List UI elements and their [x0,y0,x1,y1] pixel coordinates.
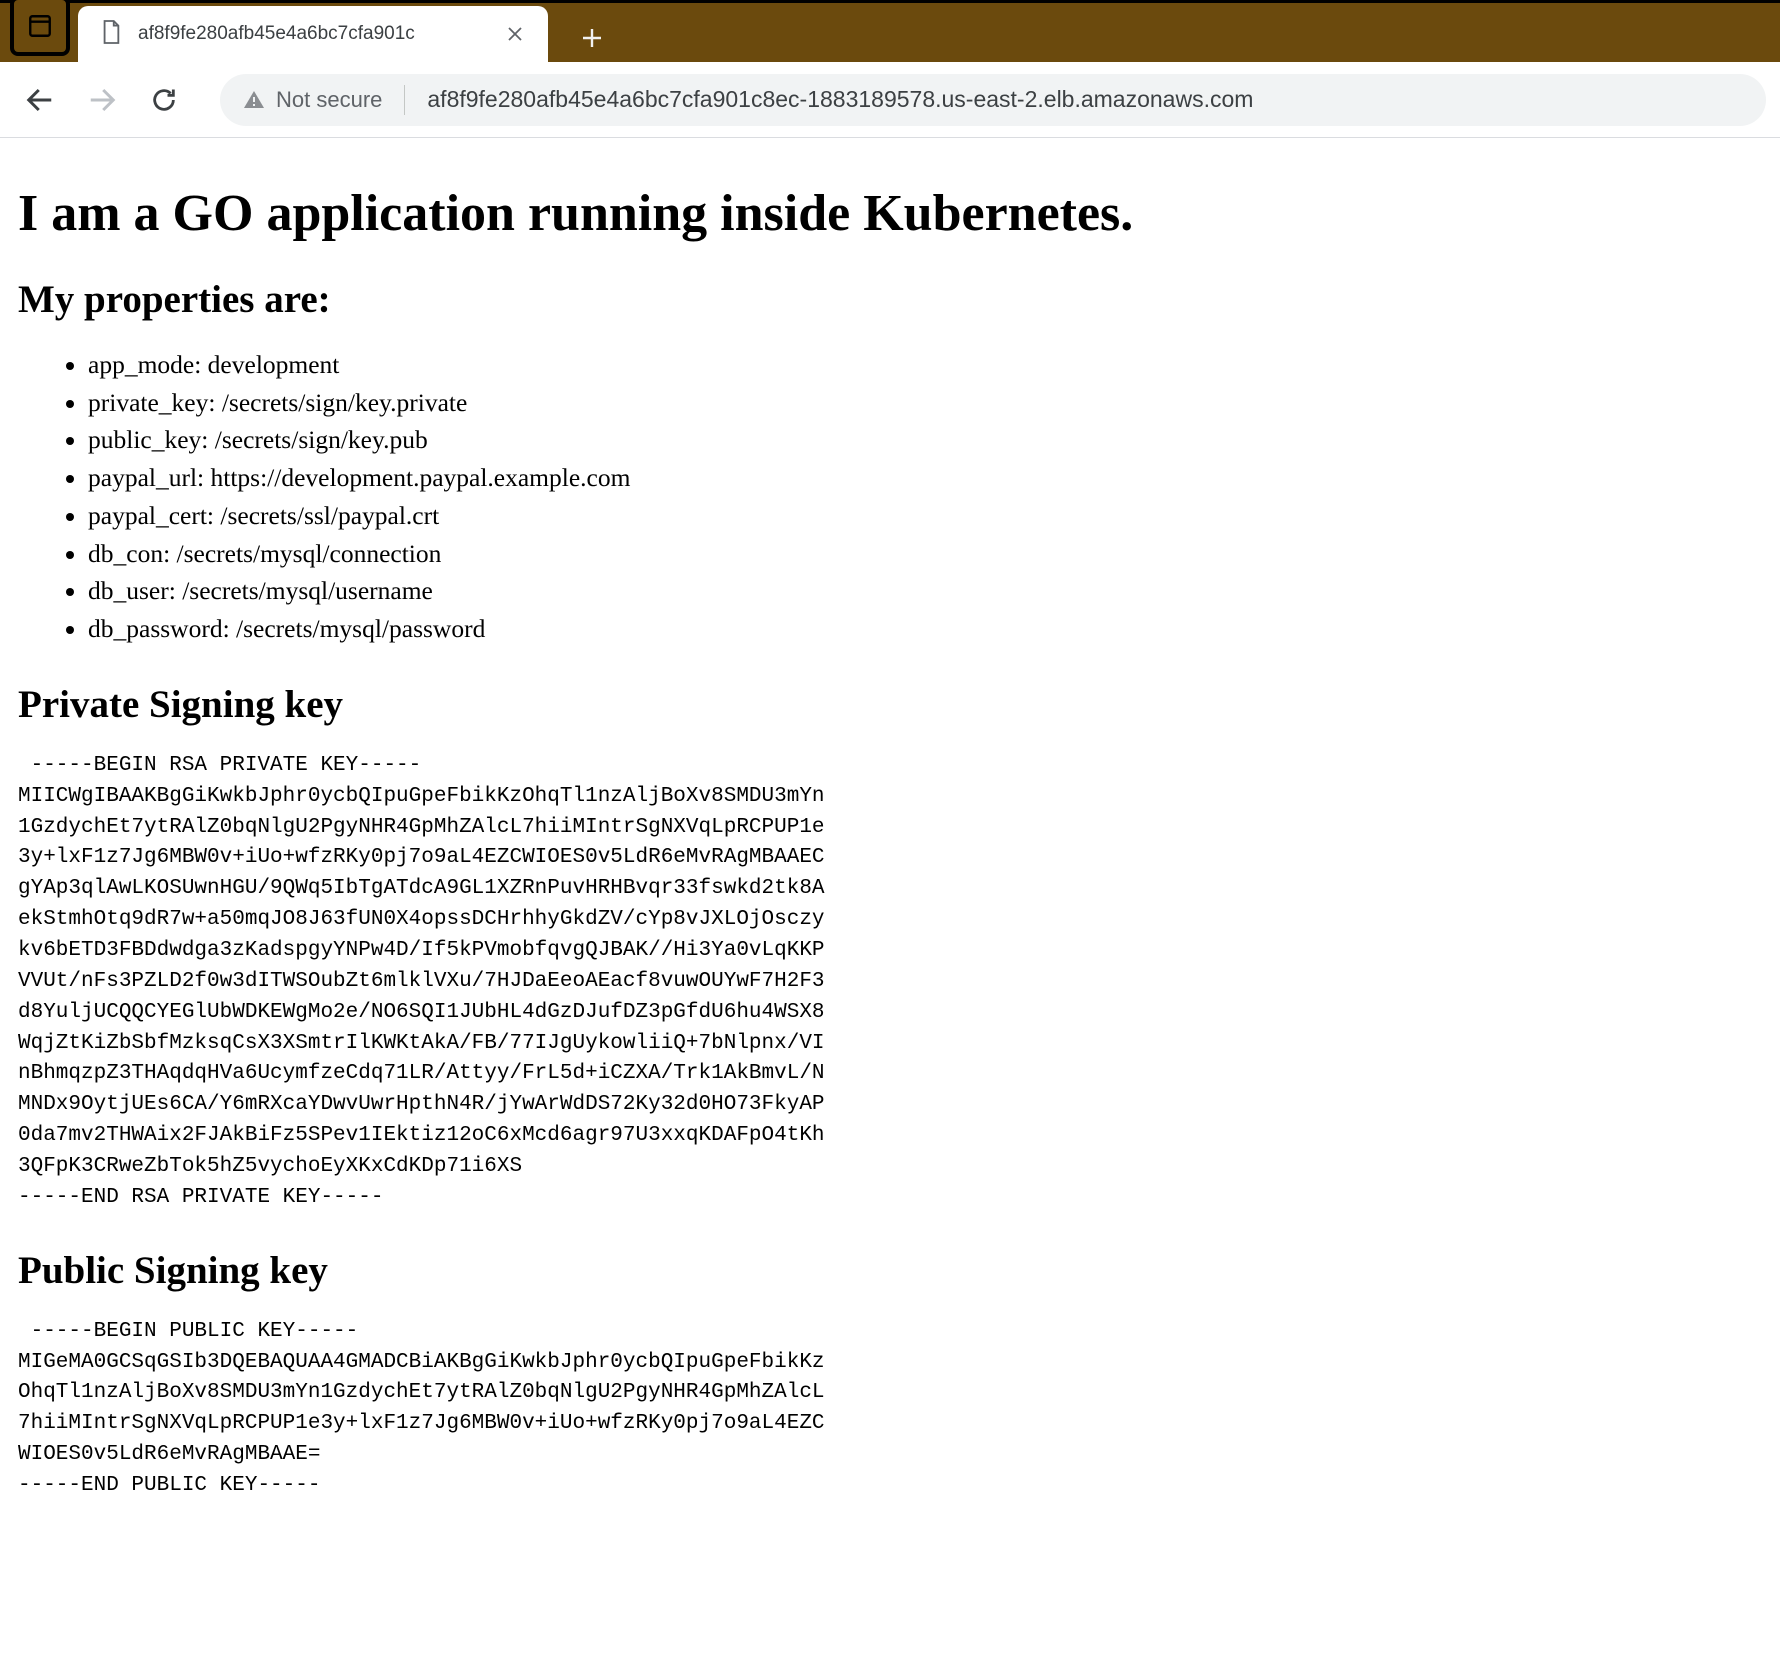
list-item: db_user: /secrets/mysql/username [88,572,1762,610]
private-key-heading: Private Signing key [18,682,1762,727]
list-item: private_key: /secrets/sign/key.private [88,384,1762,422]
close-tab-button[interactable] [502,21,528,47]
browser-titlebar: af8f9fe280afb45e4a6bc7cfa901c [0,0,1780,62]
divider [404,85,405,115]
reload-button[interactable] [138,74,190,126]
properties-heading: My properties are: [18,277,1762,322]
properties-list: app_mode: development private_key: /secr… [18,346,1762,648]
file-icon [100,19,122,50]
page-content: I am a GO application running inside Kub… [0,138,1780,1542]
new-tab-button[interactable] [568,14,616,62]
list-item: app_mode: development [88,346,1762,384]
back-button[interactable] [14,74,66,126]
forward-button[interactable] [76,74,128,126]
warning-icon [242,88,266,112]
address-bar[interactable]: Not secure af8f9fe280afb45e4a6bc7cfa901c… [220,74,1766,126]
security-label: Not secure [276,87,382,113]
list-item: paypal_url: https://development.paypal.e… [88,459,1762,497]
list-item: paypal_cert: /secrets/ssl/paypal.crt [88,497,1762,535]
window-system-icon[interactable] [10,0,70,56]
list-item: db_password: /secrets/mysql/password [88,610,1762,648]
browser-tab-active[interactable]: af8f9fe280afb45e4a6bc7cfa901c [78,6,548,62]
security-indicator[interactable]: Not secure [242,87,382,113]
tab-title: af8f9fe280afb45e4a6bc7cfa901c [138,23,486,45]
page-title: I am a GO application running inside Kub… [18,184,1762,243]
list-item: db_con: /secrets/mysql/connection [88,535,1762,573]
browser-toolbar: Not secure af8f9fe280afb45e4a6bc7cfa901c… [0,62,1780,138]
url-text: af8f9fe280afb45e4a6bc7cfa901c8ec-1883189… [427,86,1253,113]
public-key-block: -----BEGIN PUBLIC KEY----- MIGeMA0GCSqGS… [18,1317,1762,1502]
public-key-heading: Public Signing key [18,1248,1762,1293]
private-key-block: -----BEGIN RSA PRIVATE KEY----- MIICWgIB… [18,751,1762,1214]
list-item: public_key: /secrets/sign/key.pub [88,421,1762,459]
